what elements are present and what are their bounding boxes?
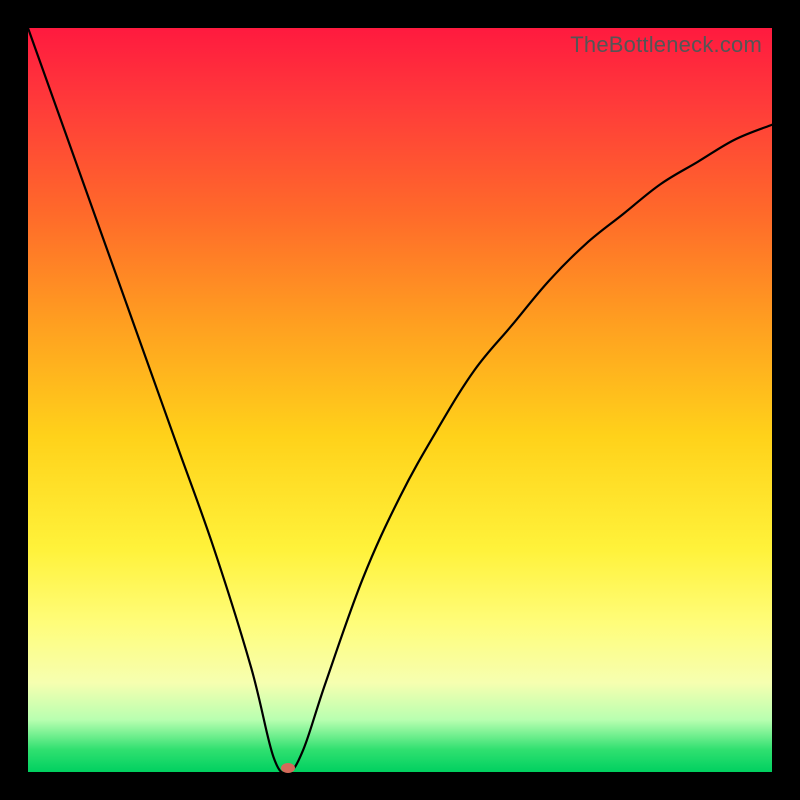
plot-area: TheBottleneck.com xyxy=(28,28,772,772)
minimum-marker xyxy=(281,763,295,773)
bottleneck-curve-path xyxy=(28,28,772,773)
chart-frame: TheBottleneck.com xyxy=(0,0,800,800)
curve-svg xyxy=(28,28,772,772)
